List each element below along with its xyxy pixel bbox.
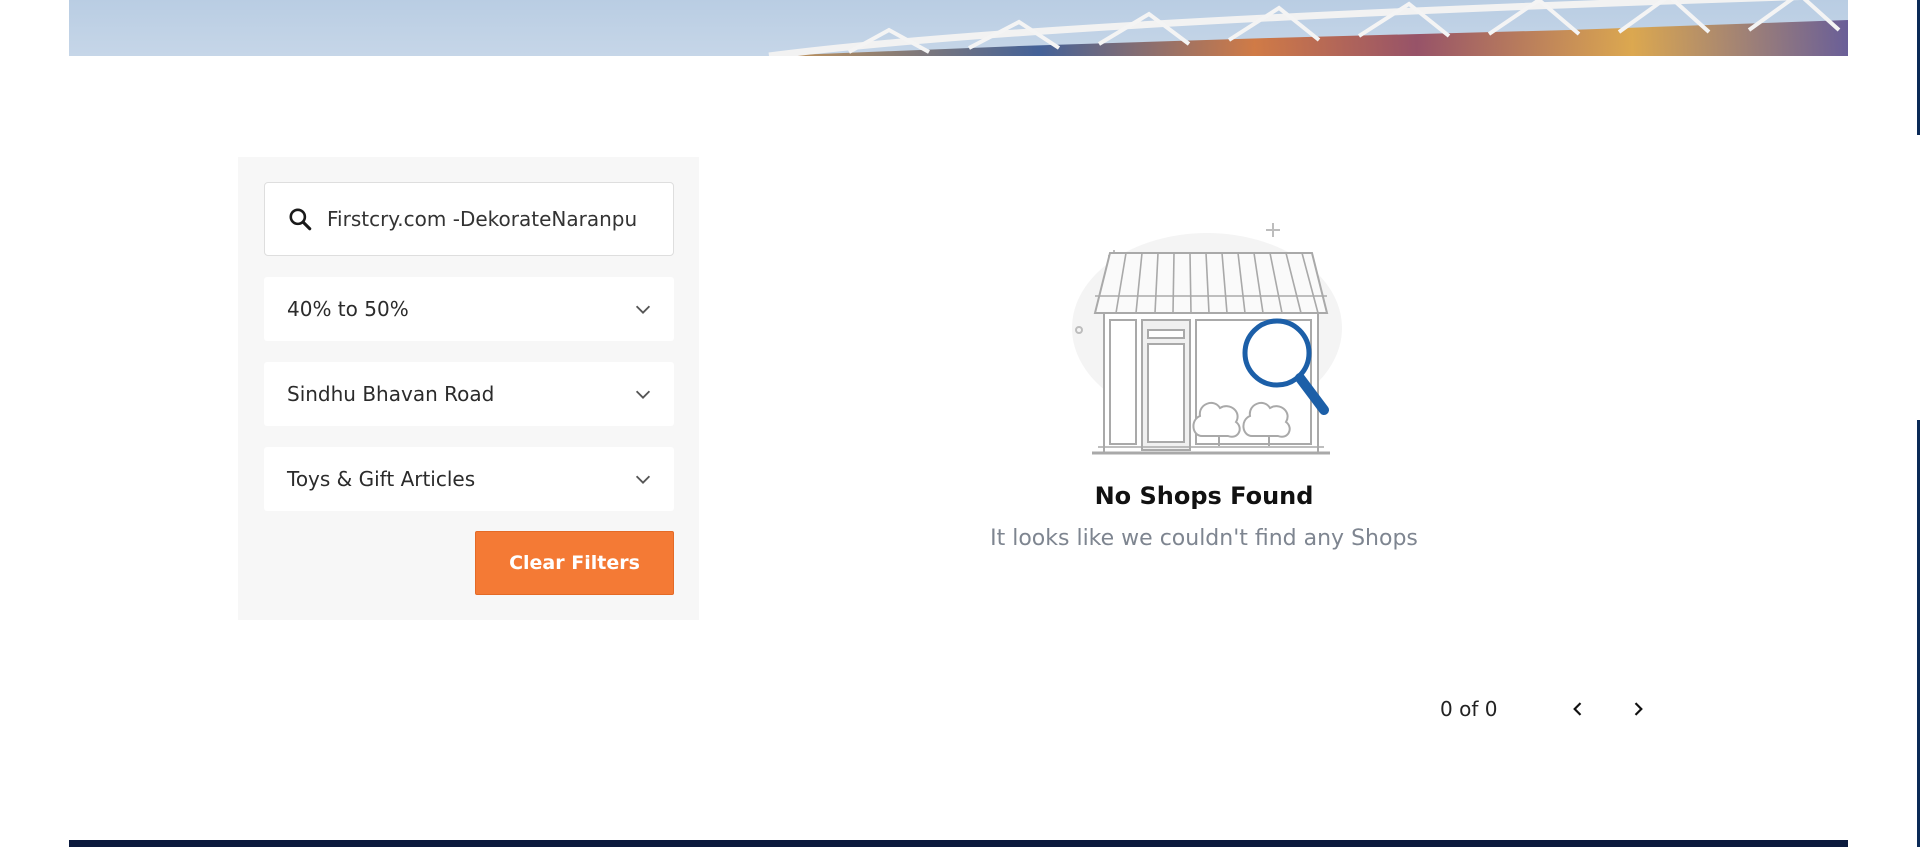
clear-filters-button[interactable]: Clear Filters (475, 531, 674, 595)
page-scrollbar[interactable] (1915, 0, 1920, 847)
area-select-label: Sindhu Bhavan Road (287, 382, 495, 406)
discount-select[interactable]: 40% to 50% (264, 277, 674, 341)
chevron-down-icon (635, 305, 651, 314)
page: 40% to 50% Sindhu Bhavan Road Toys & Gif… (0, 0, 1920, 847)
empty-state-subtitle: It looks like we couldn't find any Shops (990, 526, 1418, 551)
next-page-button[interactable] (1623, 694, 1653, 724)
hero-banner-image (69, 0, 1848, 56)
filter-panel: 40% to 50% Sindhu Bhavan Road Toys & Gif… (238, 157, 699, 620)
discount-select-label: 40% to 50% (287, 297, 409, 321)
area-select[interactable]: Sindhu Bhavan Road (264, 362, 674, 426)
chevron-down-icon (635, 475, 651, 484)
chevron-down-icon (635, 390, 651, 399)
chevron-left-icon (1573, 702, 1582, 716)
category-select-label: Toys & Gift Articles (287, 467, 476, 491)
shop-search-illustration (1072, 223, 1342, 455)
pagination-count: 0 of 0 (1440, 697, 1498, 721)
chevron-right-icon (1634, 702, 1643, 716)
search-input[interactable] (327, 207, 657, 231)
empty-state-title: No Shops Found (1094, 482, 1314, 510)
search-box[interactable] (264, 182, 674, 256)
footer-band (69, 840, 1848, 847)
previous-page-button[interactable] (1563, 694, 1593, 724)
category-select[interactable]: Toys & Gift Articles (264, 447, 674, 511)
search-icon (289, 208, 312, 231)
